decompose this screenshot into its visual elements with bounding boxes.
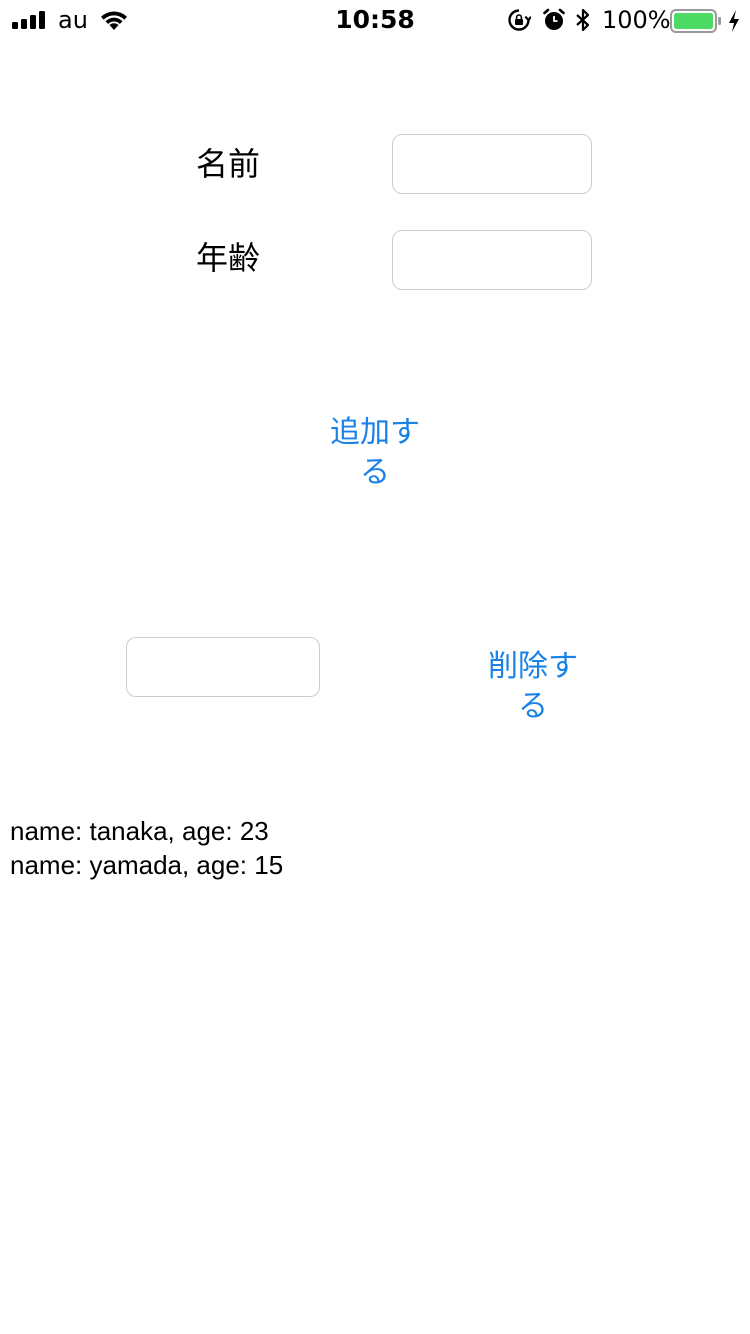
battery-percent: 100%	[602, 6, 671, 34]
list-item: name: tanaka, age: 23	[10, 816, 269, 846]
charging-icon	[727, 9, 741, 37]
alarm-icon	[542, 8, 566, 36]
name-label: 名前	[196, 145, 261, 183]
rotation-lock-icon	[507, 8, 532, 36]
name-field[interactable]	[392, 134, 592, 194]
battery-icon	[670, 9, 722, 37]
records-list: name: tanaka, age: 23 name: yamada, age:…	[10, 814, 283, 882]
add-button[interactable]: 追加する	[318, 413, 432, 493]
age-field[interactable]	[392, 230, 592, 290]
age-label: 年齢	[196, 239, 261, 277]
delete-input[interactable]	[126, 637, 320, 697]
list-item: name: yamada, age: 15	[10, 850, 284, 880]
bluetooth-icon	[574, 8, 592, 36]
status-bar: au 10:58 100%	[0, 0, 750, 40]
delete-button[interactable]: 削除する	[476, 647, 590, 727]
